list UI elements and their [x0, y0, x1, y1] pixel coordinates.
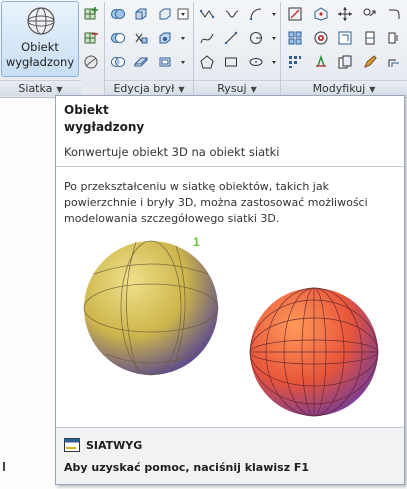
mesh-sphere-graphic [249, 287, 379, 417]
circle-icon[interactable] [246, 29, 266, 47]
chevron-down-icon: ▼ [178, 85, 185, 94]
chevron-down-icon: ▼ [250, 85, 257, 94]
slice-icon[interactable] [131, 29, 151, 47]
thicken-icon[interactable] [131, 53, 151, 71]
rectangle-icon[interactable] [221, 53, 241, 71]
panel-modyfikuj[interactable]: Modyfikuj ▼ [281, 80, 407, 96]
smooth-object-button[interactable]: Obiekt wygładzony [1, 1, 79, 77]
union-icon[interactable] [108, 5, 128, 23]
extend-icon[interactable] [384, 29, 404, 47]
line-icon[interactable] [221, 29, 241, 47]
tooltip-title: Obiekt wygładzony [64, 103, 145, 134]
copy-icon[interactable] [335, 53, 355, 71]
align-3d-icon[interactable] [311, 5, 331, 23]
ucs-icon[interactable] [311, 53, 331, 71]
smooth-object-icon [27, 7, 55, 35]
move-3d-icon[interactable] [335, 5, 355, 23]
command-row: SIATWYG [64, 438, 142, 452]
solid-edit-icon[interactable] [155, 5, 175, 23]
panel-rysuj[interactable]: Rysuj ▼ [194, 80, 280, 96]
offset-icon[interactable] [384, 53, 404, 71]
help-hint: Aby uzyskać pomoc, naciśnij klawisz F1 [64, 461, 310, 474]
imprint-icon[interactable] [155, 29, 175, 47]
arc-dropdown-icon[interactable] [264, 5, 284, 23]
intersect-icon[interactable] [108, 53, 128, 71]
mesh-remove-icon[interactable] [81, 29, 101, 47]
circle-dropdown-icon[interactable] [264, 29, 284, 47]
array-3d-icon[interactable] [285, 29, 305, 47]
subtract-icon[interactable] [108, 29, 128, 47]
command-name: SIATWYG [86, 438, 143, 452]
divider [56, 166, 404, 167]
polygon-icon[interactable] [197, 53, 217, 71]
illustration-label-1: 1 [193, 235, 200, 249]
mirror-3d-icon[interactable] [311, 29, 331, 47]
arc-icon[interactable] [246, 5, 266, 23]
grid-array-icon[interactable] [285, 53, 305, 71]
tooltip-smooth-object: Obiekt wygładzony Konwertuje obiekt 3D n… [55, 95, 405, 485]
mesh-add-icon[interactable] [81, 5, 101, 23]
body-dropdown-icon[interactable] [173, 53, 193, 71]
command-line-icon [64, 438, 80, 452]
face-dropdown-icon[interactable] [173, 5, 193, 23]
chevron-down-icon: ▼ [56, 85, 63, 94]
helix-icon[interactable] [221, 5, 241, 23]
edge-dropdown-icon[interactable] [173, 29, 193, 47]
chevron-down-icon: ▼ [369, 85, 376, 94]
ellipse-icon[interactable] [246, 53, 266, 71]
panel-edycja-bryl[interactable]: Edycja brył ▼ [105, 80, 193, 96]
shell-icon[interactable] [155, 53, 175, 71]
tooltip-subtitle: Konwertuje obiekt 3D na obiekt siatki [64, 145, 280, 159]
extract-faces-icon[interactable] [131, 5, 151, 23]
drawing-area-marker [3, 462, 5, 471]
spline-icon[interactable] [197, 29, 217, 47]
smooth-to-mesh-illustration: 1 [83, 235, 379, 417]
panel-siatka[interactable]: Siatka ▼ [0, 80, 81, 96]
ribbon: Obiekt wygładzony Siatka▼ Edycja brył▼ [0, 0, 407, 98]
tooltip-description: Po przekształceniu w siatkę obiektów, ta… [64, 180, 368, 225]
scale-icon[interactable] [285, 5, 305, 23]
smooth-sphere-graphic [83, 240, 219, 376]
polyline-3d-icon[interactable] [197, 5, 217, 23]
ellipse-dropdown-icon[interactable] [264, 53, 284, 71]
rotate-3d-icon[interactable] [360, 5, 380, 23]
tooltip-footer: SIATWYG Aby uzyskać pomoc, naciśnij klaw… [56, 428, 404, 484]
mesh-refine-icon[interactable] [81, 53, 101, 71]
smooth-object-label: Obiekt wygładzony [5, 40, 75, 69]
fillet-dropdown-icon[interactable] [384, 5, 404, 23]
pencil-icon[interactable] [360, 53, 380, 71]
convert-surface-icon[interactable] [335, 29, 355, 47]
section-icon[interactable] [360, 29, 380, 47]
